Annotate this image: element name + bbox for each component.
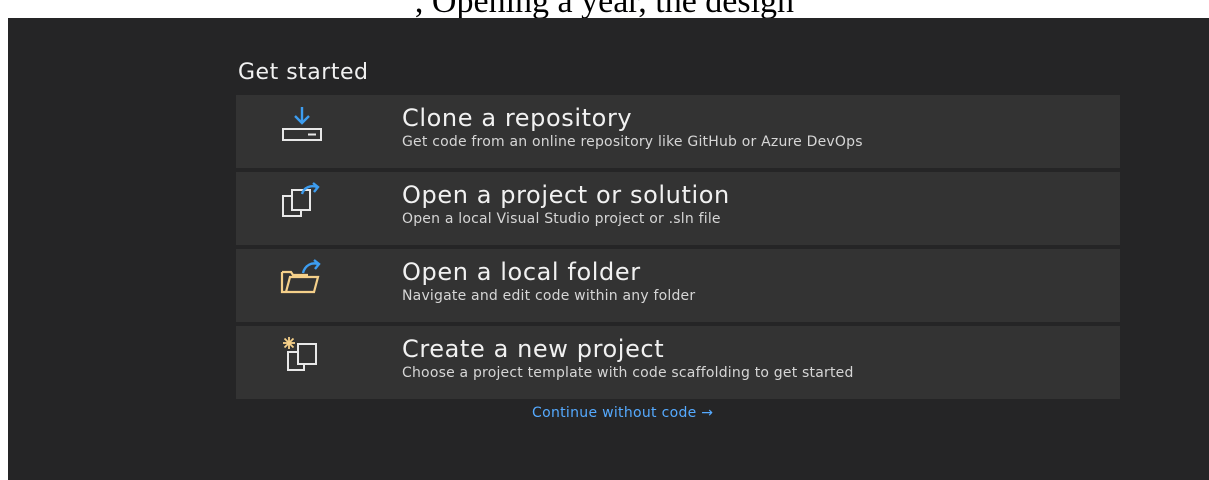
create-new-project-description: Choose a project template with code scaf… [402,365,854,381]
open-project-title: Open a project or solution [402,181,730,209]
clone-repository-description: Get code from an online repository like … [402,134,863,150]
open-project-description: Open a local Visual Studio project or .s… [402,211,721,227]
page-title: Get started [238,60,369,85]
clone-repository-title: Clone a repository [402,104,633,132]
open-folder-title: Open a local folder [402,258,641,286]
continue-without-code-link[interactable]: Continue without code → [532,405,713,421]
clone-download-icon [278,105,326,145]
open-project-button[interactable]: Open a project or solution Open a local … [236,172,1120,245]
open-folder-description: Navigate and edit code within any folder [402,288,696,304]
clone-repository-button[interactable]: Clone a repository Get code from an onli… [236,95,1120,168]
open-folder-icon [278,259,326,299]
open-folder-button[interactable]: Open a local folder Navigate and edit co… [236,249,1120,322]
create-new-project-button[interactable]: Create a new project Choose a project te… [236,326,1120,399]
new-project-icon [278,336,326,376]
open-project-icon [278,182,326,222]
create-new-project-title: Create a new project [402,335,665,363]
